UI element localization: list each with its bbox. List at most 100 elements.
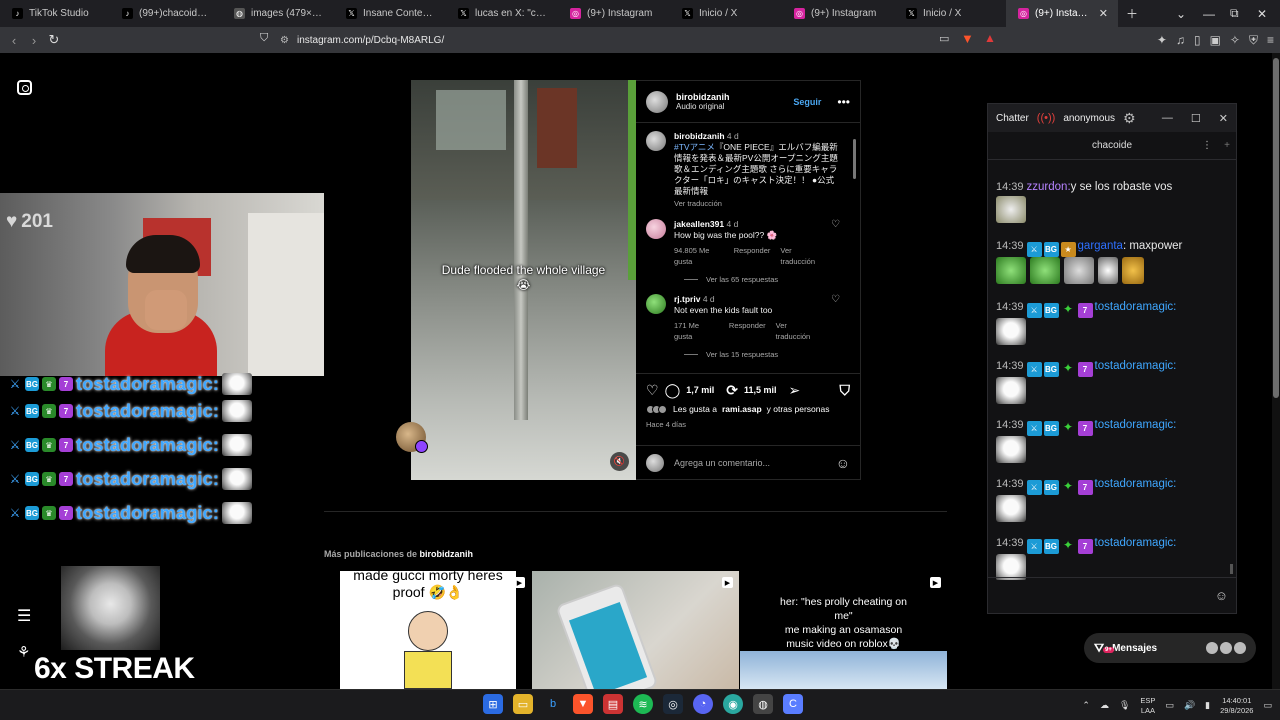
author-avatar[interactable] (646, 90, 668, 113)
message-username[interactable]: tostadoramagic: (1095, 301, 1177, 313)
view-replies-text[interactable]: Ver las 15 respuestas (706, 350, 778, 359)
browser-tab[interactable]: 𝕏 Inicio / X (894, 0, 1006, 27)
close-button[interactable]: ✕ (1219, 112, 1228, 125)
message-username[interactable]: tostadoramagic: (1095, 537, 1177, 549)
follow-button[interactable]: Seguir (793, 97, 821, 107)
chat-message[interactable]: 14:39 ⚔ BG ✦ 7 tostadoramagic: (996, 534, 1226, 580)
obs-icon[interactable]: ◍ (753, 694, 773, 714)
emoji-icon[interactable]: ☺ (836, 455, 850, 471)
menu-icon[interactable]: ≡ (1267, 33, 1274, 47)
add-split-icon[interactable]: + (1224, 140, 1230, 151)
browser-tab[interactable]: ♪ (99+)chacoide (@cha (110, 0, 222, 27)
caption-hashtag[interactable]: #TVアニメ (674, 142, 715, 152)
emote-image[interactable] (996, 377, 1026, 404)
url-text[interactable]: instagram.com/p/Dcbq-M8ARLG/ (297, 35, 444, 46)
tab-title[interactable]: Inicio / X (699, 8, 737, 19)
emote-image[interactable] (996, 495, 1026, 522)
browser-tab[interactable]: ♪ TikTok Studio (0, 0, 110, 27)
more-post-thumb[interactable]: her: "hes prolly cheating on me" me maki… (740, 571, 947, 689)
messages-button[interactable]: ⛛ 9+ Mensajes (1084, 633, 1256, 663)
brave-icon[interactable]: ▼ (573, 694, 593, 714)
more-posts-user[interactable]: birobidzanih (420, 549, 474, 559)
calendar-icon[interactable]: ▤ (603, 694, 623, 714)
page-scrollbar[interactable] (1272, 53, 1280, 689)
emote-image[interactable] (996, 436, 1026, 463)
close-window-button[interactable]: ✕ (1257, 0, 1267, 27)
settings-icon[interactable]: ⚙ (1123, 110, 1136, 127)
comment-icon[interactable]: ◯ (665, 382, 681, 399)
author-avatar[interactable] (646, 131, 666, 151)
onedrive-icon[interactable]: ☁ (1100, 700, 1109, 711)
commenter-avatar[interactable] (646, 294, 666, 314)
browser-tab[interactable]: 𝕏lucas en X: "cuando c (446, 0, 558, 27)
likes-suffix[interactable]: y otras personas (767, 404, 830, 414)
comment-input[interactable]: Agrega un comentario... (674, 458, 770, 468)
clock[interactable]: 14:40:01 29/8/2026 (1220, 696, 1253, 716)
caption-username[interactable]: birobidzanih (674, 131, 725, 141)
notification-icon[interactable]: ▭ (1263, 700, 1272, 711)
chatterino-icon[interactable]: C (783, 694, 803, 714)
commenter-avatar[interactable] (646, 219, 666, 239)
liked-by-user[interactable]: rami.asap (722, 404, 762, 414)
minimize-button[interactable]: — (1203, 0, 1215, 27)
comment-likes[interactable]: 171 Me gusta (674, 320, 719, 342)
site-info-icon[interactable]: ⚙ (280, 35, 289, 46)
emote-image[interactable] (996, 257, 1026, 284)
reply-link[interactable]: Responder (729, 320, 766, 342)
chat-scrollbar[interactable] (1230, 164, 1233, 574)
media-icon[interactable]: ♫ (1176, 33, 1185, 47)
translate-link[interactable]: Ver traducción (776, 320, 823, 342)
address-bar[interactable]: ⚙ instagram.com/p/Dcbq-M8ARLG/ (280, 30, 1000, 50)
emote-image[interactable] (996, 318, 1026, 345)
more-post-thumb[interactable]: made gucci morty heres proof 🤣👌 ▶ (324, 571, 531, 689)
chat-message[interactable]: 14:39 ⚔ BG ✦ 7 tostadoramagic: (996, 416, 1226, 463)
view-replies-link[interactable]: Ver las 65 respuestas (684, 275, 840, 284)
message-username[interactable]: tostadoramagic: (1095, 360, 1177, 372)
account-name[interactable]: anonymous (1063, 113, 1115, 124)
steam-icon[interactable]: ◎ (663, 694, 683, 714)
mute-icon[interactable]: 🔇 (610, 452, 629, 471)
save-icon[interactable]: ⛉ (840, 382, 851, 399)
sidebar-icon[interactable]: ▯ (1194, 33, 1201, 47)
view-replies-text[interactable]: Ver las 65 respuestas (706, 275, 778, 284)
chat-input[interactable]: ☺ (988, 577, 1236, 613)
back-icon[interactable]: ‹ (4, 33, 24, 48)
new-tab-button[interactable]: ＋ (1126, 0, 1138, 27)
wallet-icon[interactable]: ▣ (1210, 33, 1221, 47)
close-tab-icon[interactable]: ✕ (1099, 7, 1108, 20)
tab-title[interactable]: (9+) Instagram (1035, 8, 1093, 19)
emote-image[interactable] (1122, 257, 1144, 284)
browser-tab[interactable]: 𝕏 Insane Content en X: (334, 0, 446, 27)
tray-overflow-icon[interactable]: ⌃ (1082, 700, 1090, 711)
vpn-icon[interactable]: ⛨ (1249, 33, 1258, 48)
likes-summary[interactable]: Les gusta a rami.asap y otras personas (646, 404, 850, 414)
tab-search-icon[interactable]: ⌄ (1176, 0, 1186, 27)
message-username[interactable]: tostadoramagic: (1095, 478, 1177, 490)
brave-rewards-icon[interactable]: ▲ (984, 31, 996, 45)
commenter-username[interactable]: jakeallen391 (674, 219, 724, 229)
comments-scrollbar[interactable] (853, 139, 856, 179)
comment-like-icon[interactable]: ♡ (831, 294, 840, 342)
tab-title[interactable]: Inicio / X (923, 8, 961, 19)
instagram-logo-icon[interactable] (17, 80, 32, 95)
file-explorer-icon[interactable]: ▭ (513, 694, 533, 714)
restore-button[interactable]: ⧉ (1230, 0, 1239, 27)
forward-icon[interactable]: › (24, 33, 44, 48)
bing-icon[interactable]: b (543, 694, 563, 714)
chat-message[interactable]: 14:39 ⚔ BG ✦ 7 tostadoramagic: (996, 475, 1226, 522)
browser-tab[interactable]: ◎ (9+) Instagram (782, 0, 894, 27)
tab-title[interactable]: lucas en X: "cuando c (475, 8, 548, 19)
post-video[interactable]: Dude flooded the whole village😭 🔇 (411, 80, 636, 480)
chat-message[interactable]: 14:39 ⚔ BG ✦ 7 tostadoramagic: (996, 357, 1226, 404)
emote-image[interactable] (1098, 257, 1118, 284)
like-icon[interactable]: ♡ (646, 382, 659, 399)
language-indicator[interactable]: ESP LAA (1140, 696, 1155, 716)
chat-message[interactable]: 14:39 ⚔ BG ✦ 7 tostadoramagic: (996, 298, 1226, 345)
spotify-icon[interactable]: ≋ (633, 694, 653, 714)
chat-message[interactable]: 14:39 ⚔ BG ★ garganta: maxpower (996, 237, 1226, 284)
emote-image[interactable] (1030, 257, 1060, 284)
translate-link[interactable]: Ver traducción (780, 245, 823, 267)
bookmark-icon[interactable]: ⛉ (260, 32, 268, 45)
more-post-thumb[interactable]: ▶ (532, 571, 739, 689)
chat-message[interactable]: 14:39 zzurdon:y se los robaste vos (996, 178, 1226, 223)
